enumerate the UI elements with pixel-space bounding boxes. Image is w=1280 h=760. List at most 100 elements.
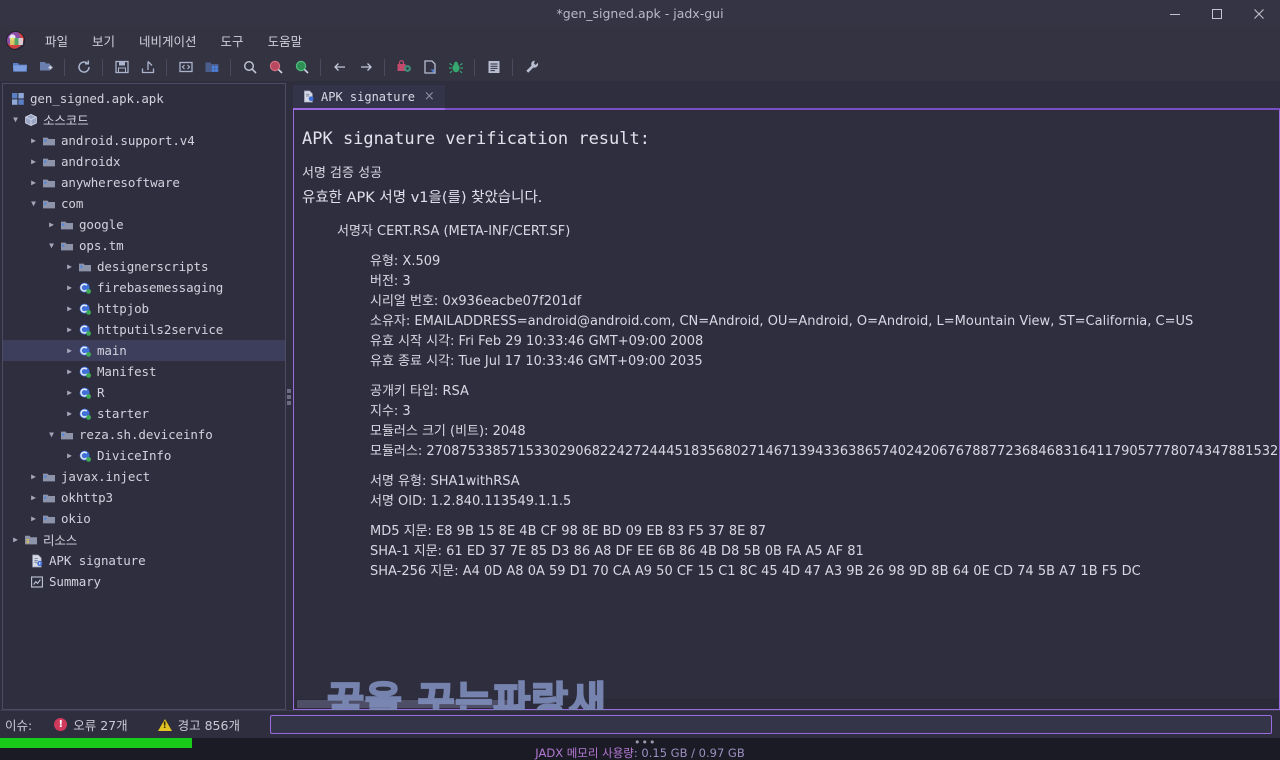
error-count-item[interactable]: ! 오류 27개 — [54, 715, 128, 734]
chevron-right-icon[interactable]: ▶ — [63, 325, 76, 334]
tree-node-label: javax.inject — [61, 469, 151, 484]
menu-file[interactable]: 파일 — [34, 28, 79, 53]
add-files-icon[interactable] — [33, 55, 58, 79]
tab-apk-signature[interactable]: APK signature × — [293, 85, 445, 110]
deobfuscation-icon[interactable] — [391, 55, 416, 79]
chevron-down-icon[interactable]: ▼ — [9, 115, 22, 124]
splitter-grip-icon[interactable] — [287, 388, 291, 405]
tree-node-sourcecode[interactable]: ▼ 소스코드 — [3, 109, 285, 130]
tree-node-httpjob[interactable]: ▶ httpjob — [3, 298, 285, 319]
tree-node-google[interactable]: ▶ google — [3, 214, 285, 235]
chevron-right-icon[interactable]: ▶ — [27, 472, 40, 481]
forward-arrow-icon[interactable] — [353, 55, 378, 79]
scrollbar-thumb[interactable] — [297, 700, 509, 708]
minimize-button[interactable] — [1154, 0, 1196, 27]
preferences-icon[interactable] — [519, 55, 544, 79]
chevron-right-icon[interactable]: ▶ — [63, 388, 76, 397]
export-gradle-icon[interactable] — [135, 55, 160, 79]
tree-node-okhttp3[interactable]: ▶ okhttp3 — [3, 487, 285, 508]
warning-count-item[interactable]: 경고 856개 — [157, 715, 240, 734]
project-tree-panel[interactable]: gen_signed.apk.apk ▼ 소스코드 ▶ android.supp… — [2, 83, 285, 710]
menu-navigation[interactable]: 네비게이션 — [128, 28, 208, 53]
file-tree-icon[interactable] — [199, 55, 224, 79]
reload-icon[interactable] — [71, 55, 96, 79]
tree-node-main[interactable]: ▶ main — [3, 340, 285, 361]
chevron-right-icon[interactable]: ▶ — [63, 346, 76, 355]
maximize-button[interactable] — [1196, 0, 1238, 27]
log-viewer-icon[interactable] — [481, 55, 506, 79]
report-found: 유효한 APK 서명 v1을(를) 찾았습니다. — [302, 190, 543, 206]
open-file-icon[interactable] — [7, 55, 32, 79]
chevron-right-icon[interactable]: ▶ — [9, 535, 22, 544]
editor-pane[interactable]: APK signature verification result: 서명 검증… — [293, 110, 1280, 710]
tree-node-reza-sh-deviceinfo[interactable]: ▼ reza.sh.deviceinfo — [3, 424, 285, 445]
tree-node-starter[interactable]: ▶ starter — [3, 403, 285, 424]
chevron-down-icon[interactable]: ▼ — [45, 241, 58, 250]
tree-node-manifest[interactable]: ▶ Manifest — [3, 361, 285, 382]
toolbar-separator — [384, 58, 385, 76]
tree-node-label: okio — [61, 511, 91, 526]
menu-help[interactable]: 도움말 — [257, 28, 314, 53]
tree-node-firebasemessaging[interactable]: ▶ firebasemessaging — [3, 277, 285, 298]
chevron-down-icon[interactable]: ▼ — [27, 199, 40, 208]
tree-node-label: reza.sh.deviceinfo — [79, 427, 213, 442]
tree-node-ops-tm[interactable]: ▼ ops.tm — [3, 235, 285, 256]
tree-node-designerscripts[interactable]: ▶ designerscripts — [3, 256, 285, 277]
chevron-right-icon[interactable]: ▶ — [27, 178, 40, 187]
main-body: gen_signed.apk.apk ▼ 소스코드 ▶ android.supp… — [0, 81, 1280, 760]
tree-node-javax-inject[interactable]: ▶ javax.inject — [3, 466, 285, 487]
pubkey-exponent: 지수: 3 — [370, 404, 411, 419]
close-icon[interactable]: × — [421, 90, 438, 103]
memory-value: : 0.15 GB / 0.97 GB — [633, 746, 745, 760]
tree-node-label: 리소스 — [43, 533, 78, 548]
editor-horizontal-scrollbar[interactable] — [295, 699, 1278, 709]
memory-usage[interactable]: JADX 메모리 사용량: 0.15 GB / 0.97 GB — [0, 745, 1280, 760]
chevron-right-icon[interactable]: ▶ — [63, 304, 76, 313]
tree-node-summary[interactable]: Summary — [3, 571, 285, 592]
chevron-right-icon[interactable]: ▶ — [27, 493, 40, 502]
back-arrow-icon[interactable] — [327, 55, 352, 79]
chevron-right-icon[interactable]: ▶ — [27, 514, 40, 523]
error-count-label: 오류 27개 — [73, 718, 128, 733]
search-comment-icon[interactable] — [289, 55, 314, 79]
chevron-right-icon[interactable]: ▶ — [63, 451, 76, 460]
tree-node-resources[interactable]: ▶ 리소스 — [3, 529, 285, 550]
chevron-right-icon[interactable]: ▶ — [27, 157, 40, 166]
tree-node-com[interactable]: ▼ com — [3, 193, 285, 214]
tree-node-label: gen_signed.apk.apk — [30, 91, 164, 106]
tree-root-node[interactable]: gen_signed.apk.apk — [3, 88, 285, 109]
tree-node-okio[interactable]: ▶ okio — [3, 508, 285, 529]
save-all-icon[interactable] — [109, 55, 134, 79]
menu-view[interactable]: 보기 — [81, 28, 126, 53]
decompile-icon[interactable] — [417, 55, 442, 79]
tree-node-apk-signature[interactable]: APK signature — [3, 550, 285, 571]
debugger-icon[interactable] — [443, 55, 468, 79]
report-status: 서명 검증 성공 — [302, 166, 383, 181]
tree-node-anywheresoftware[interactable]: ▶ anywheresoftware — [3, 172, 285, 193]
tree-node-diviceinfo[interactable]: ▶ DiviceInfo — [3, 445, 285, 466]
menu-tools[interactable]: 도구 — [210, 28, 255, 53]
tree-node-r[interactable]: ▶ R — [3, 382, 285, 403]
expand-collapse-icon[interactable] — [173, 55, 198, 79]
chevron-right-icon[interactable]: ▶ — [63, 283, 76, 292]
search-icon[interactable] — [237, 55, 262, 79]
tree-node-android-support-v4[interactable]: ▶ android.support.v4 — [3, 130, 285, 151]
chevron-down-icon[interactable]: ▼ — [45, 430, 58, 439]
tree-node-httputils2service[interactable]: ▶ httputils2service — [3, 319, 285, 340]
tree-node-androidx[interactable]: ▶ androidx — [3, 151, 285, 172]
tree-node-label: Summary — [49, 574, 101, 589]
close-button[interactable] — [1238, 0, 1280, 27]
chevron-right-icon[interactable]: ▶ — [45, 220, 58, 229]
window-title: *gen_signed.apk - jadx-gui — [556, 6, 724, 21]
search-class-icon[interactable] — [263, 55, 288, 79]
chevron-right-icon[interactable]: ▶ — [63, 367, 76, 376]
tree-node-label: APK signature — [49, 553, 146, 568]
chevron-right-icon[interactable]: ▶ — [63, 409, 76, 418]
package-icon — [40, 197, 57, 211]
cert-type: 유형: X.509 — [370, 254, 441, 269]
tree-node-label: androidx — [61, 154, 121, 169]
chevron-right-icon[interactable]: ▶ — [27, 136, 40, 145]
panel-splitter[interactable] — [285, 83, 293, 710]
chevron-right-icon[interactable]: ▶ — [63, 262, 76, 271]
